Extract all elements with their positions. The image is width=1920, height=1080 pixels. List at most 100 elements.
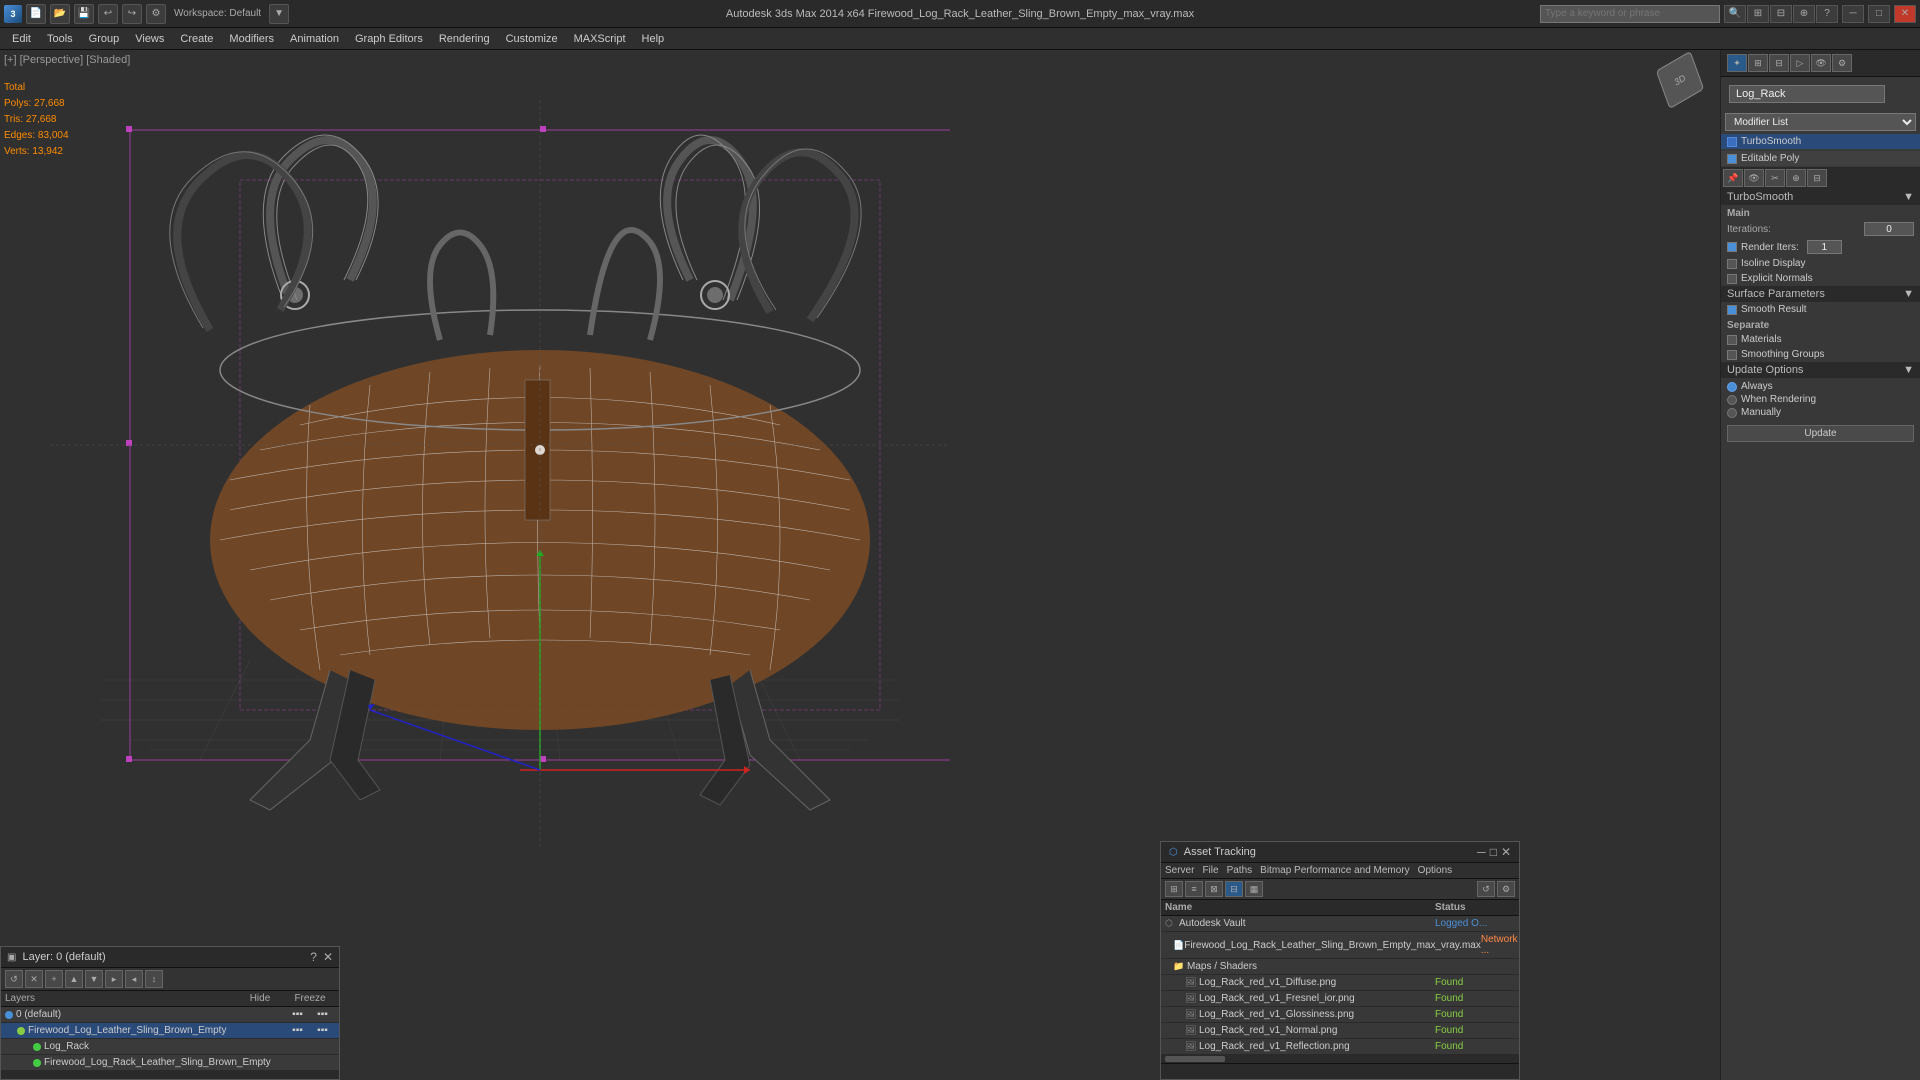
search-option1[interactable]: ⊞ <box>1747 5 1769 23</box>
layers-tb-collapse[interactable]: ◂ <box>125 970 143 988</box>
materials-cb[interactable] <box>1727 335 1737 345</box>
search-option3[interactable]: ⊕ <box>1793 5 1815 23</box>
rp-icon-modify[interactable]: ⊞ <box>1748 54 1768 72</box>
update-button[interactable]: Update <box>1727 425 1914 442</box>
modifier-turbosmooth[interactable]: TurboSmooth <box>1721 134 1920 149</box>
rp-icon-motion[interactable]: ▷ <box>1790 54 1810 72</box>
modifier-editablepoly-cb[interactable] <box>1727 154 1737 164</box>
new-btn[interactable]: 📄 <box>26 4 46 24</box>
save-btn[interactable]: 💾 <box>74 4 94 24</box>
object-name-input[interactable] <box>1729 85 1885 103</box>
modifier-list-dropdown[interactable]: Modifier List <box>1725 113 1916 131</box>
asset-tb-4-active[interactable]: ⊟ <box>1225 881 1243 897</box>
asset-minimize-btn[interactable]: ─ <box>1477 845 1486 859</box>
update-options-header[interactable]: Update Options ▼ <box>1721 362 1920 378</box>
layer-item-firewood2[interactable]: Firewood_Log_Rack_Leather_Sling_Brown_Em… <box>1 1055 339 1071</box>
menu-rendering[interactable]: Rendering <box>431 31 498 47</box>
close-button[interactable]: ✕ <box>1894 5 1916 23</box>
layers-help-btn[interactable]: ? <box>310 950 317 964</box>
asset-tb-5[interactable]: ▦ <box>1245 881 1263 897</box>
asset-close-btn[interactable]: ✕ <box>1501 845 1511 859</box>
undo-btn[interactable]: ↩ <box>98 4 118 24</box>
modifier-cut-icon[interactable]: ✂ <box>1765 169 1785 187</box>
asset-menu-file[interactable]: File <box>1202 865 1218 876</box>
menu-graph-editors[interactable]: Graph Editors <box>347 31 431 47</box>
layers-tb-add[interactable]: + <box>45 970 63 988</box>
layer-item-firewood[interactable]: Firewood_Log_Leather_Sling_Brown_Empty ▪… <box>1 1023 339 1039</box>
turbosmooth-section-header[interactable]: TurboSmooth ▼ <box>1721 189 1920 205</box>
layers-tb-move[interactable]: ↕ <box>145 970 163 988</box>
asset-menu-paths[interactable]: Paths <box>1227 865 1253 876</box>
asset-row-vault[interactable]: ⬡ Autodesk Vault Logged O... <box>1161 916 1519 932</box>
minimize-button[interactable]: ─ <box>1842 5 1864 23</box>
asset-tb-settings[interactable]: ⚙ <box>1497 881 1515 897</box>
workspace-dropdown[interactable]: ▼ <box>269 4 289 24</box>
layer-freeze-firewood[interactable]: ▪▪▪ <box>310 1025 335 1036</box>
always-radio[interactable] <box>1727 382 1737 392</box>
menu-maxscript[interactable]: MAXScript <box>566 31 634 47</box>
rp-icon-display[interactable]: 👁 <box>1811 54 1831 72</box>
iterations-input[interactable] <box>1864 222 1914 236</box>
layers-tb-expand[interactable]: ▸ <box>105 970 123 988</box>
viewport[interactable]: [+] [Perspective] [Shaded] Total Polys: … <box>0 50 1720 1080</box>
modifier-pin-icon[interactable]: 📌 <box>1723 169 1743 187</box>
menu-tools[interactable]: Tools <box>39 31 81 47</box>
asset-row-fresnel[interactable]: 🖼 Log_Rack_red_v1_Fresnel_ior.png Found <box>1161 991 1519 1007</box>
rp-icon-utility[interactable]: ⚙ <box>1832 54 1852 72</box>
modifier-editablepoly[interactable]: Editable Poly <box>1721 151 1920 166</box>
menu-edit[interactable]: Edit <box>4 31 39 47</box>
asset-scroll-thumb[interactable] <box>1165 1056 1225 1062</box>
menu-help[interactable]: Help <box>634 31 673 47</box>
asset-row-glossiness[interactable]: 🖼 Log_Rack_red_v1_Glossiness.png Found <box>1161 1007 1519 1023</box>
menu-create[interactable]: Create <box>172 31 221 47</box>
viewport-compass[interactable]: 3D <box>1660 60 1710 110</box>
render-iters-cb[interactable] <box>1727 242 1737 252</box>
search-option2[interactable]: ⊟ <box>1770 5 1792 23</box>
asset-tb-1[interactable]: ⊞ <box>1165 881 1183 897</box>
layer-vis-default[interactable]: ▪▪▪ <box>285 1009 310 1020</box>
layer-vis-firewood[interactable]: ▪▪▪ <box>285 1025 310 1036</box>
layers-tb-refresh[interactable]: ↺ <box>5 970 23 988</box>
asset-menu-server[interactable]: Server <box>1165 865 1194 876</box>
render-iters-input[interactable] <box>1807 240 1842 254</box>
layers-scrollbar[interactable] <box>1 1071 339 1079</box>
asset-tb-3[interactable]: ⊠ <box>1205 881 1223 897</box>
open-btn[interactable]: 📂 <box>50 4 70 24</box>
asset-scrollbar-h[interactable] <box>1161 1055 1519 1063</box>
asset-input-bar[interactable] <box>1161 1063 1519 1079</box>
smoothing-groups-cb[interactable] <box>1727 350 1737 360</box>
search-input[interactable] <box>1540 5 1720 23</box>
settings-btn[interactable]: ⚙ <box>146 4 166 24</box>
rp-icon-create[interactable]: ✦ <box>1727 54 1747 72</box>
maximize-button[interactable]: □ <box>1868 5 1890 23</box>
help-icon[interactable]: ? <box>1816 5 1838 23</box>
asset-row-normal[interactable]: 🖼 Log_Rack_red_v1_Normal.png Found <box>1161 1023 1519 1039</box>
menu-group[interactable]: Group <box>81 31 128 47</box>
search-icon[interactable]: 🔍 <box>1724 5 1746 23</box>
modifier-visible-icon[interactable]: 👁 <box>1744 169 1764 187</box>
redo-btn[interactable]: ↪ <box>122 4 142 24</box>
isoline-cb[interactable] <box>1727 259 1737 269</box>
layers-tb-down[interactable]: ▼ <box>85 970 103 988</box>
smooth-result-cb[interactable] <box>1727 305 1737 315</box>
menu-views[interactable]: Views <box>127 31 172 47</box>
manually-radio[interactable] <box>1727 408 1737 418</box>
menu-modifiers[interactable]: Modifiers <box>221 31 282 47</box>
asset-tb-refresh[interactable]: ↺ <box>1477 881 1495 897</box>
when-rendering-radio[interactable] <box>1727 395 1737 405</box>
rp-icon-hierarchy[interactable]: ⊟ <box>1769 54 1789 72</box>
asset-row-reflection[interactable]: 🖼 Log_Rack_red_v1_Reflection.png Found <box>1161 1039 1519 1055</box>
layers-close-btn[interactable]: ✕ <box>323 950 333 964</box>
layer-item-lograck[interactable]: Log_Rack <box>1 1039 339 1055</box>
modifier-paste-icon[interactable]: ⊟ <box>1807 169 1827 187</box>
asset-menu-options[interactable]: Options <box>1418 865 1452 876</box>
layer-item-default[interactable]: 0 (default) ▪▪▪ ▪▪▪ <box>1 1007 339 1023</box>
asset-menu-bitmap[interactable]: Bitmap Performance and Memory <box>1260 865 1410 876</box>
menu-customize[interactable]: Customize <box>498 31 566 47</box>
asset-row-maxfile[interactable]: 📄 Firewood_Log_Rack_Leather_Sling_Brown_… <box>1161 932 1519 959</box>
layers-tb-delete[interactable]: ✕ <box>25 970 43 988</box>
layer-freeze-default[interactable]: ▪▪▪ <box>310 1009 335 1020</box>
asset-row-maps[interactable]: 📁 Maps / Shaders <box>1161 959 1519 975</box>
layers-tb-up[interactable]: ▲ <box>65 970 83 988</box>
explicit-normals-cb[interactable] <box>1727 274 1737 284</box>
